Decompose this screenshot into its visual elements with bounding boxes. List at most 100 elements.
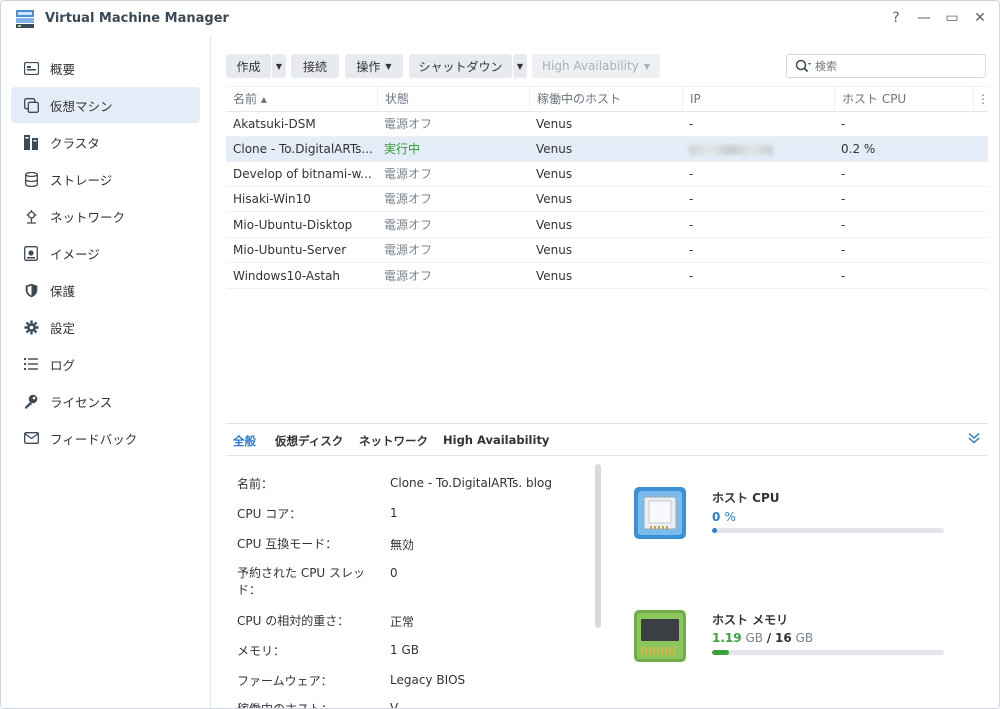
prop-label-firmware: ファームウェア： <box>237 674 333 688</box>
column-header-status[interactable]: 状態 <box>377 87 529 112</box>
redacted-ip <box>689 144 773 155</box>
vm-cpu: - <box>841 192 846 206</box>
vm-cpu: - <box>841 167 846 181</box>
vm-host: Venus <box>536 243 573 257</box>
table-row-selected[interactable]: Clone - To.DigitalARTs... 実行中 Venus 0.2 … <box>226 137 988 162</box>
host-cpu-bar <box>712 528 944 533</box>
collapse-panel-icon[interactable] <box>968 432 980 447</box>
connect-button[interactable]: 接続 <box>291 54 339 78</box>
sidebar-item-protection[interactable]: 保護 <box>11 272 200 308</box>
caret-down-icon: ▼ <box>643 61 650 71</box>
prop-label-reserved-threads: 予約された CPU スレッド： <box>237 566 366 597</box>
vm-icon <box>23 97 39 113</box>
detail-tabs: 全般 仮想ディスク ネットワーク High Availability <box>226 424 988 456</box>
vm-ip: - <box>689 218 694 232</box>
sidebar-item-license[interactable]: ライセンス <box>11 383 200 419</box>
shutdown-button[interactable]: シャットダウン <box>409 54 512 78</box>
vm-cpu: - <box>841 243 846 257</box>
tab-virtual-disk[interactable]: 仮想ディスク <box>275 433 343 449</box>
help-button[interactable]: ? <box>889 9 903 27</box>
host-cpu-title: ホスト CPU <box>712 491 780 505</box>
sidebar-item-vm[interactable]: 仮想マシン <box>11 87 200 123</box>
sidebar-item-storage[interactable]: ストレージ <box>11 161 200 197</box>
ha-button-label: High Availability <box>542 59 639 73</box>
column-options-icon[interactable]: ⋮ <box>973 87 989 112</box>
prop-label-memory: メモリ： <box>237 644 286 658</box>
maximize-button[interactable]: ▭ <box>945 9 959 27</box>
vm-status: 電源オフ <box>384 192 433 206</box>
vm-name: Mio-Ubuntu-Disktop <box>233 218 353 232</box>
table-row[interactable]: Akatsuki-DSM 電源オフ Venus - - <box>226 112 988 137</box>
search-icon[interactable] <box>795 59 811 73</box>
host-memory-title: ホスト メモリ <box>712 613 789 627</box>
prop-value-reserved-threads: 0 <box>390 566 398 580</box>
sidebar-item-log[interactable]: ログ <box>11 346 200 382</box>
table-row[interactable]: Mio-Ubuntu-Disktop 電源オフ Venus - - <box>226 213 988 238</box>
sidebar-item-network[interactable]: ネットワーク <box>11 198 200 234</box>
app-window: Virtual Machine Manager ? — ▭ ✕ 概要 仮想マシン… <box>0 0 1000 709</box>
prop-label-name: 名前： <box>237 477 274 491</box>
column-header-host-cpu[interactable]: ホスト CPU <box>834 87 973 112</box>
create-dropdown-button[interactable]: ▼ <box>272 54 286 78</box>
sidebar-item-label: ライセンス <box>50 394 113 410</box>
vm-ip: - <box>689 243 694 257</box>
vm-name: Develop of bitnami-w... <box>233 167 372 181</box>
shield-icon <box>23 282 39 298</box>
log-icon <box>23 356 39 372</box>
table-row[interactable]: Hisaki-Win10 電源オフ Venus - - <box>226 187 988 212</box>
vm-ip: - <box>689 269 694 283</box>
caret-down-icon: ▼ <box>516 61 524 71</box>
sidebar-item-feedback[interactable]: フィードバック <box>11 420 200 456</box>
high-availability-button[interactable]: High Availability ▼ <box>532 54 660 78</box>
vm-name: Mio-Ubuntu-Server <box>233 243 347 257</box>
create-button[interactable]: 作成 <box>226 54 271 78</box>
app-title: Virtual Machine Manager <box>45 11 229 26</box>
prop-value-name: Clone - To.DigitalARTs. blog <box>390 476 552 490</box>
overview-icon <box>23 60 39 76</box>
vm-cpu: - <box>841 269 846 283</box>
prop-value-firmware: Legacy BIOS <box>390 673 466 687</box>
memory-module-icon <box>634 610 686 662</box>
sidebar-item-image[interactable]: イメージ <box>11 235 200 271</box>
search-input[interactable] <box>815 59 965 73</box>
sidebar-item-overview[interactable]: 概要 <box>11 50 200 86</box>
window-controls: ? — ▭ ✕ <box>889 9 987 27</box>
table-row[interactable]: Windows10-Astah 電源オフ Venus - - <box>226 264 988 289</box>
shutdown-dropdown-button[interactable]: ▼ <box>513 54 527 78</box>
vm-ip-redacted <box>682 137 834 162</box>
column-header-host[interactable]: 稼働中のホスト <box>529 87 682 112</box>
search-box[interactable] <box>786 54 986 78</box>
sidebar-item-label: ネットワーク <box>50 209 126 225</box>
host-memory-value: 1.19 GB / 16 GB <box>712 631 813 645</box>
host-cpu-number: 0 <box>712 510 721 524</box>
caret-down-icon: ▼ <box>385 61 392 71</box>
shutdown-button-label: シャットダウン <box>418 59 503 74</box>
sidebar-item-settings[interactable]: 設定 <box>11 309 200 345</box>
network-icon <box>23 208 39 224</box>
prop-value-running-host: V <box>390 701 399 709</box>
tab-general[interactable]: 全般 <box>233 433 256 449</box>
host-cpu-value: 0 % <box>712 510 736 524</box>
sidebar-item-cluster[interactable]: クラスタ <box>11 124 200 160</box>
table-row[interactable]: Mio-Ubuntu-Server 電源オフ Venus - - <box>226 238 988 263</box>
table-row[interactable]: Develop of bitnami-w... 電源オフ Venus - - <box>226 162 988 187</box>
host-memory-bar <box>712 650 944 655</box>
close-button[interactable]: ✕ <box>973 9 987 27</box>
vm-name: Hisaki-Win10 <box>233 192 311 206</box>
action-button-label: 操作 <box>356 59 381 74</box>
action-menu-button[interactable]: 操作 ▼ <box>345 54 403 78</box>
vm-host: Venus <box>536 269 573 283</box>
tab-network[interactable]: ネットワーク <box>359 433 428 449</box>
minimize-button[interactable]: — <box>917 9 931 27</box>
column-header-ip[interactable]: IP <box>682 87 834 112</box>
vm-status: 電源オフ <box>384 117 433 131</box>
vm-cpu: - <box>841 218 846 232</box>
vm-host: Venus <box>536 192 573 206</box>
host-cpu-bar-fill <box>712 528 717 533</box>
properties-scrollbar[interactable] <box>595 464 601 628</box>
vm-host: Venus <box>536 167 573 181</box>
column-header-name[interactable]: 名前 ▴ <box>226 87 377 112</box>
tab-high-availability[interactable]: High Availability <box>443 433 549 447</box>
vm-status: 電源オフ <box>384 218 433 232</box>
vm-cpu: 0.2 % <box>841 142 876 156</box>
